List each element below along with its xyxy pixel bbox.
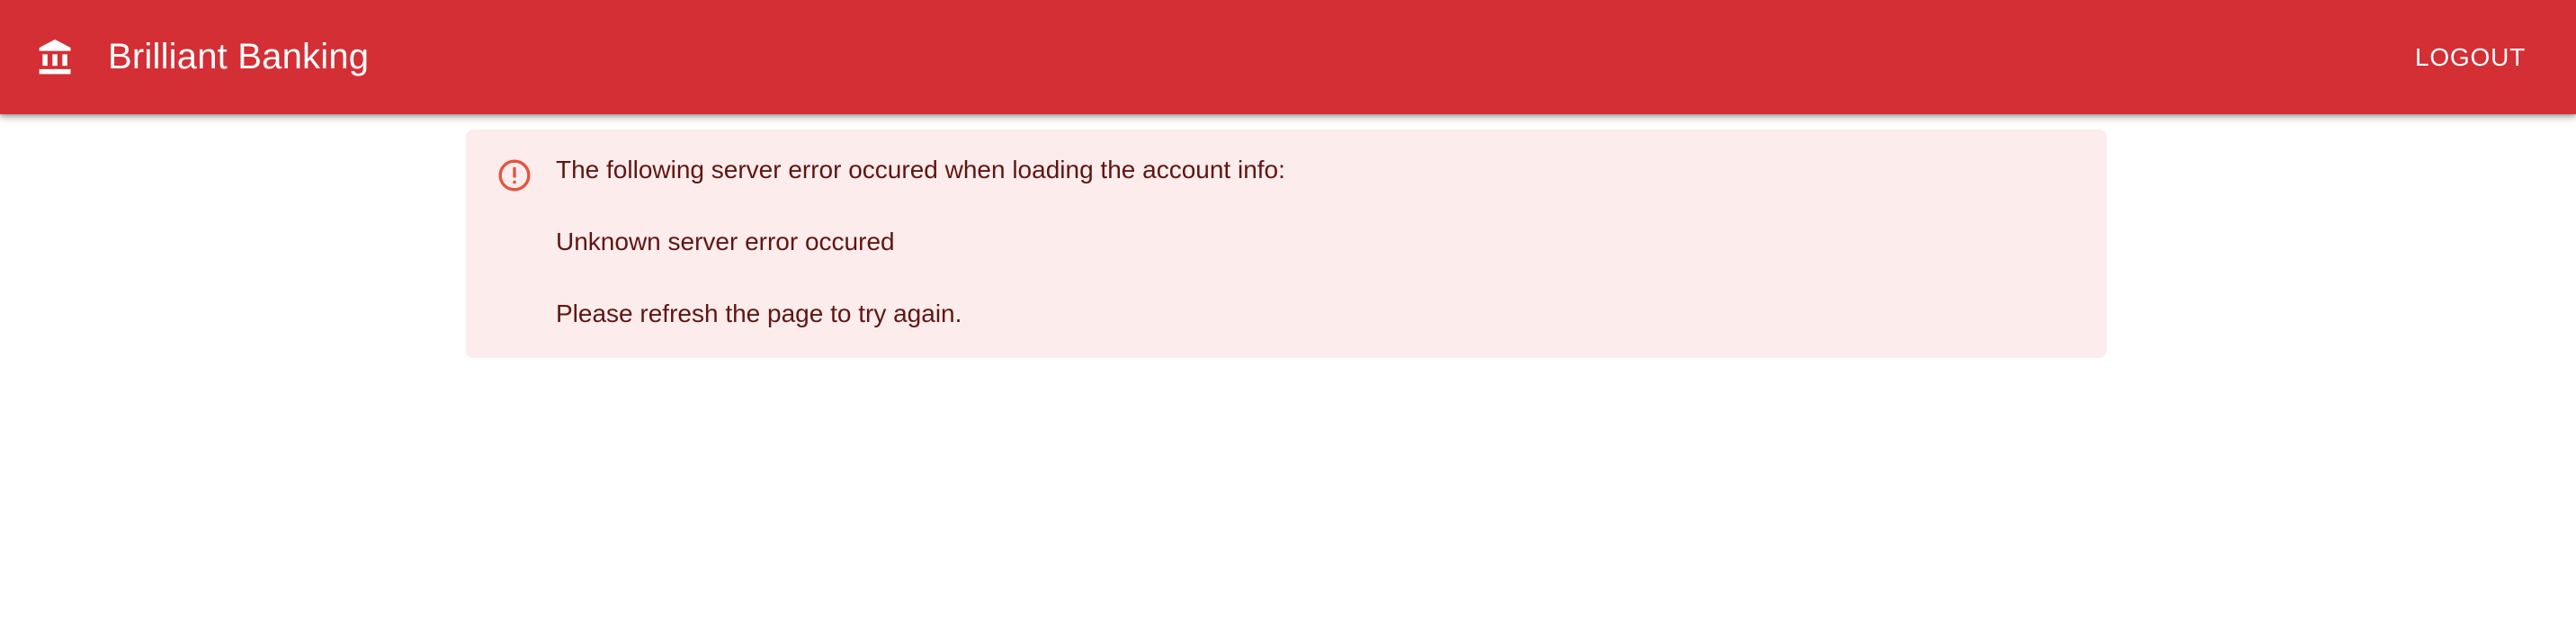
alert-message: The following server error occured when …: [556, 155, 1285, 358]
alert-message-line: Unknown server error occured: [556, 228, 895, 255]
alert-message-line: Please refresh the page to try again.: [556, 300, 962, 327]
alert-message-line: The following server error occured when …: [556, 156, 1285, 183]
error-outline-icon: [496, 157, 532, 193]
bank-icon: [36, 38, 76, 77]
app-bar: Brilliant Banking LOGOUT: [0, 0, 2576, 114]
error-alert: The following server error occured when …: [466, 130, 2106, 358]
app-title: Brilliant Banking: [108, 37, 370, 76]
logout-button[interactable]: LOGOUT: [2401, 31, 2540, 85]
